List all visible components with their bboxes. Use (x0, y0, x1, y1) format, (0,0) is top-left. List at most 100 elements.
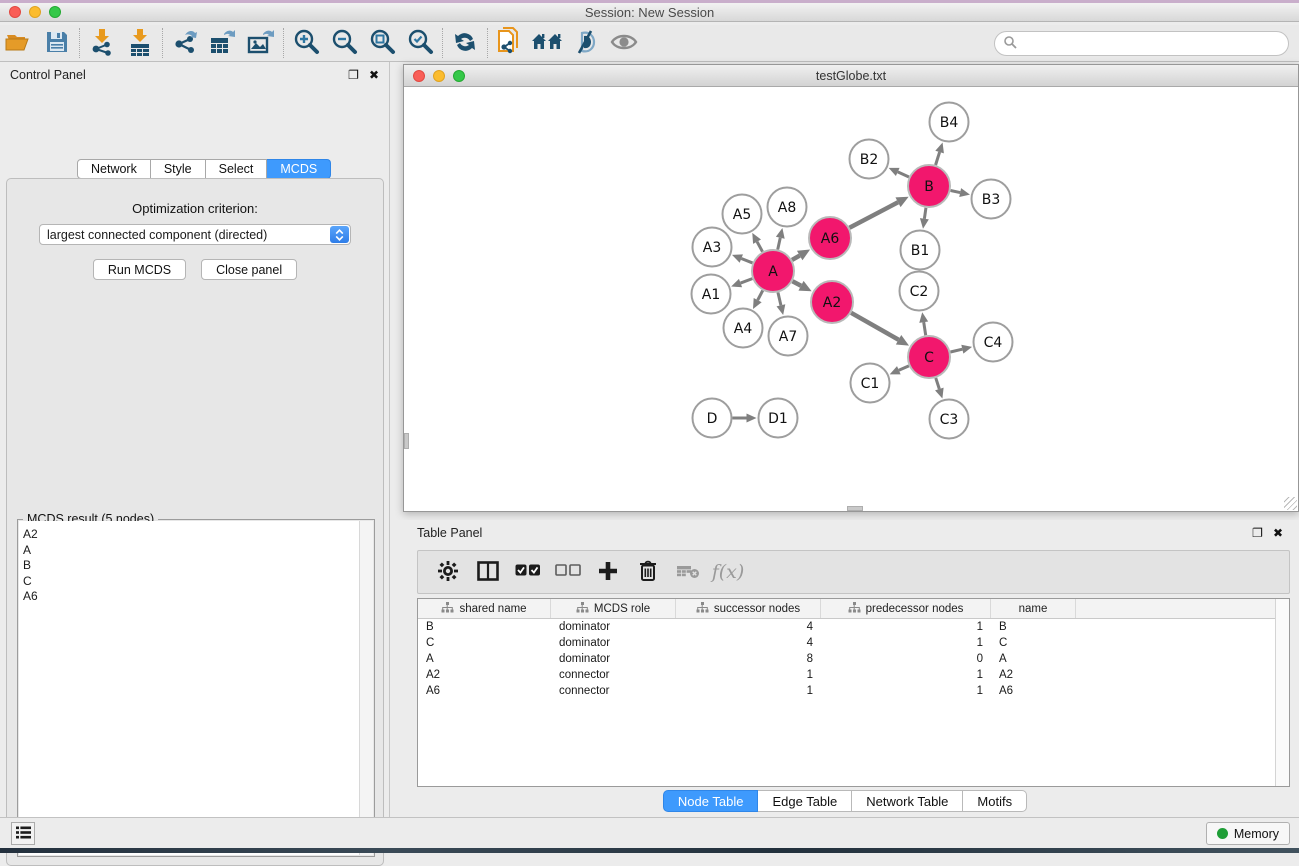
table-row[interactable]: A2connector11A2 (418, 667, 1289, 683)
edge-A-A1[interactable] (741, 279, 753, 283)
network-horizontal-scroll-thumb[interactable] (847, 506, 863, 511)
refresh-view-button[interactable] (446, 27, 484, 59)
search-field[interactable] (994, 31, 1289, 56)
table-cell[interactable]: 1 (821, 637, 991, 649)
table-row[interactable]: Adominator80A (418, 651, 1289, 667)
tab-style[interactable]: Style (151, 159, 206, 179)
table-row[interactable]: A6connector11A6 (418, 683, 1289, 699)
table-row[interactable]: Bdominator41B (418, 619, 1289, 635)
mcds-result-item[interactable]: A2 (23, 527, 359, 543)
table-cell[interactable]: 1 (821, 621, 991, 633)
table-scrollbar[interactable] (1275, 599, 1289, 786)
edge-A-A7[interactable] (778, 292, 781, 305)
import-table-button[interactable] (121, 27, 159, 59)
table-cell[interactable]: A2 (418, 669, 551, 681)
table-header-row[interactable]: shared nameMCDS rolesuccessor nodesprede… (418, 599, 1289, 619)
edge-A-A3[interactable] (741, 259, 752, 263)
column-header-predecessor-nodes[interactable]: predecessor nodes (821, 599, 991, 618)
mcds-result-item[interactable]: A6 (23, 589, 359, 605)
table-close-panel-icon[interactable]: ✖ (1273, 526, 1283, 540)
table-cell[interactable]: 1 (821, 669, 991, 681)
table-cell[interactable]: A (418, 653, 551, 665)
mcds-result-item[interactable]: C (23, 574, 359, 590)
table-cell[interactable]: connector (551, 669, 676, 681)
table-float-panel-icon[interactable]: ❐ (1252, 526, 1263, 540)
zoom-in-button[interactable] (287, 27, 325, 59)
edge-A-A6[interactable] (792, 256, 800, 260)
mcds-result-item[interactable]: A (23, 543, 359, 559)
table-cell[interactable]: 4 (676, 621, 821, 633)
table-cell[interactable]: dominator (551, 653, 676, 665)
window-resize-grip[interactable] (1284, 497, 1297, 510)
table-cell[interactable]: A (991, 653, 1076, 665)
table-cell[interactable]: 1 (676, 669, 821, 681)
edge-C-C3[interactable] (936, 378, 940, 389)
edge-A-A8[interactable] (778, 238, 781, 250)
edge-A6-B[interactable] (849, 202, 898, 227)
table-cell[interactable]: A6 (991, 685, 1076, 697)
export-network-button[interactable] (166, 27, 204, 59)
edge-B-B2[interactable] (898, 172, 909, 177)
table-cell[interactable]: B (418, 621, 551, 633)
import-network-button[interactable] (83, 27, 121, 59)
edge-C-C2[interactable] (924, 322, 926, 335)
deselect-all-columns-button[interactable] (550, 555, 586, 589)
edge-B-B1[interactable] (924, 208, 926, 219)
table-cell[interactable]: connector (551, 685, 676, 697)
edge-C-C4[interactable] (950, 349, 962, 352)
table-cell[interactable]: A2 (991, 669, 1076, 681)
tab-motifs[interactable]: Motifs (963, 790, 1027, 812)
edge-A-A4[interactable] (758, 290, 763, 300)
network-graph[interactable]: B4B2BB3A8A5A6A3B1AC2A1A2A4A7C4CC1DD1C3 (404, 87, 1298, 511)
zoom-fit-button[interactable] (363, 27, 401, 59)
tab-mcds[interactable]: MCDS (267, 159, 331, 179)
table-cell[interactable]: 1 (821, 685, 991, 697)
table-cell[interactable]: 4 (676, 637, 821, 649)
memory-button[interactable]: Memory (1206, 822, 1290, 845)
table-cell[interactable]: dominator (551, 621, 676, 633)
close-panel-button[interactable]: Close panel (201, 259, 297, 280)
table-cell[interactable]: A6 (418, 685, 551, 697)
network-vertical-scroll-thumb[interactable] (404, 433, 409, 449)
task-history-button[interactable] (11, 822, 35, 845)
open-session-button[interactable] (0, 27, 38, 59)
table-cell[interactable]: 8 (676, 653, 821, 665)
export-image-button[interactable] (242, 27, 280, 59)
column-header-shared-name[interactable]: shared name (418, 599, 551, 618)
float-panel-icon[interactable]: ❐ (348, 68, 359, 82)
toggle-graphics-details-button[interactable] (567, 27, 605, 59)
tab-edge-table[interactable]: Edge Table (758, 790, 852, 812)
mcds-result-scrollbar[interactable] (359, 521, 373, 855)
function-builder-button[interactable]: f(x) (710, 555, 746, 589)
select-all-columns-button[interactable] (510, 555, 546, 589)
column-header-name[interactable]: name (991, 599, 1076, 618)
edge-A2-C[interactable] (851, 313, 898, 340)
tab-network-table[interactable]: Network Table (852, 790, 963, 812)
mcds-result-list[interactable]: A2ABCA6 (19, 521, 359, 855)
network-window-titlebar[interactable]: testGlobe.txt (404, 65, 1298, 87)
tab-node-table[interactable]: Node Table (663, 790, 759, 812)
column-header-successor-nodes[interactable]: successor nodes (676, 599, 821, 618)
export-table-button[interactable] (204, 27, 242, 59)
delete-column-button[interactable] (630, 555, 666, 589)
column-header-MCDS-role[interactable]: MCDS role (551, 599, 676, 618)
edge-A-A5[interactable] (757, 242, 762, 252)
duplicate-network-button[interactable] (491, 27, 529, 59)
mcds-result-item[interactable]: B (23, 558, 359, 574)
table-cell[interactable]: dominator (551, 637, 676, 649)
tab-network[interactable]: Network (77, 159, 151, 179)
table-cell[interactable]: 1 (676, 685, 821, 697)
edge-B-B3[interactable] (951, 191, 961, 193)
search-input[interactable] (1017, 34, 1288, 54)
home-layout-button[interactable] (529, 27, 567, 59)
show-hide-panel-button[interactable] (605, 27, 643, 59)
zoom-out-button[interactable] (325, 27, 363, 59)
table-cell[interactable]: B (991, 621, 1076, 633)
table-options-button[interactable] (430, 555, 466, 589)
run-mcds-button[interactable]: Run MCDS (93, 259, 186, 280)
edge-C-C1[interactable] (899, 366, 909, 370)
zoom-selected-button[interactable] (401, 27, 439, 59)
tab-select[interactable]: Select (206, 159, 268, 179)
table-cell[interactable]: C (418, 637, 551, 649)
optimization-criterion-select[interactable]: largest connected component (directed) (39, 224, 351, 245)
